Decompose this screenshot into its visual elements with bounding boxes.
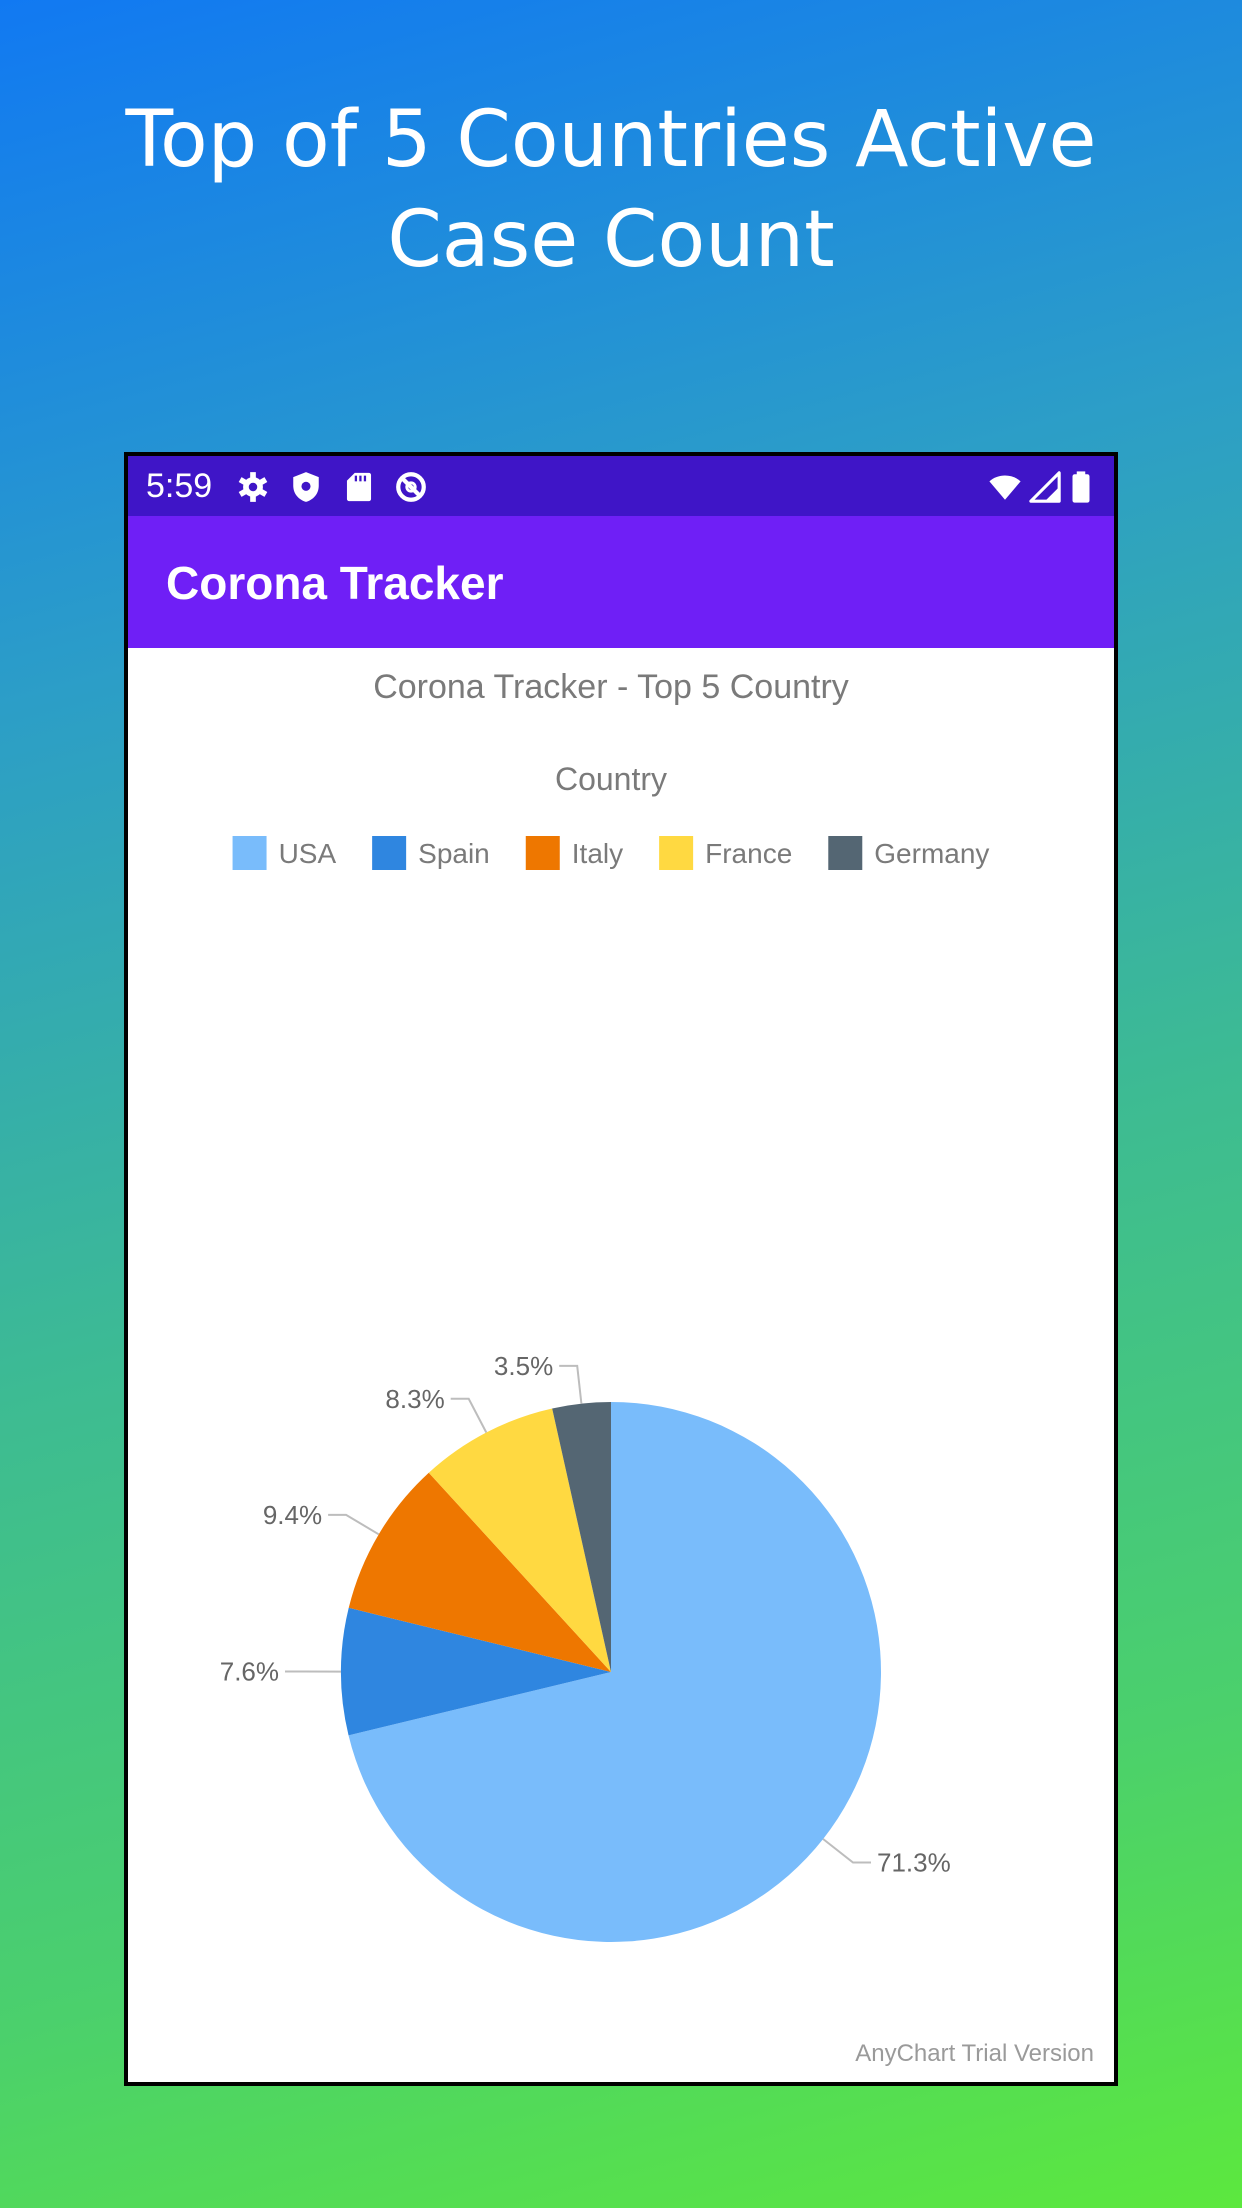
legend-label-spain: Spain	[418, 838, 490, 869]
slice-label-italy: 9.4%	[263, 1500, 322, 1530]
slice-label-france: 8.3%	[385, 1384, 444, 1414]
legend-label-germany: Germany	[874, 838, 989, 869]
chart-legend: USA Spain Italy France Germany	[232, 836, 989, 870]
label-connector-germany	[559, 1364, 583, 1404]
legend-label-italy: Italy	[572, 838, 623, 869]
status-time: 5:59	[146, 467, 213, 505]
pie-chart: Corona Tracker - Top 5 Country Country U…	[128, 648, 1114, 2082]
legend-label-usa: USA	[279, 838, 337, 869]
pie-slices	[340, 1402, 881, 1942]
app-bar: Corona Tracker	[128, 516, 1114, 648]
shield-icon	[293, 472, 319, 502]
cell-signal-icon	[1029, 471, 1061, 503]
legend-swatch-spain	[372, 836, 407, 870]
legend-swatch-italy	[525, 836, 560, 870]
label-connector-italy	[328, 1513, 380, 1536]
legend-item-usa[interactable]: USA	[232, 836, 337, 870]
legend-item-italy[interactable]: Italy	[525, 836, 623, 870]
status-bar: 5:59	[128, 456, 1114, 516]
legend-item-spain[interactable]: Spain	[372, 836, 490, 870]
slice-label-spain: 7.6%	[220, 1657, 279, 1687]
app-title: Corona Tracker	[166, 557, 504, 609]
slice-label-usa: 71.3%	[877, 1848, 951, 1878]
phone-screenshot: 5:59 Corona Tracker Corona Tracker - Top…	[124, 452, 1118, 2086]
legend-swatch-germany	[828, 836, 863, 870]
slice-label-germany: 3.5%	[494, 1351, 553, 1381]
wifi-icon	[989, 475, 1021, 500]
chart-title: Corona Tracker - Top 5 Country	[373, 668, 849, 706]
legend-item-france[interactable]: France	[659, 836, 792, 870]
pie-chart-svg: Corona Tracker - Top 5 Country Country U…	[220, 668, 989, 1942]
battery-icon	[1072, 471, 1090, 503]
do-not-disturb-icon	[396, 472, 426, 502]
legend-swatch-france	[659, 836, 694, 870]
legend-title: Country	[555, 761, 667, 797]
legend-swatch-usa	[232, 836, 267, 870]
settings-icon	[238, 472, 268, 502]
label-connector-france	[450, 1397, 488, 1433]
sd-card-icon	[346, 472, 372, 502]
promo-title: Top of 5 Countries Active Case Count	[125, 95, 1097, 285]
legend-label-france: France	[705, 838, 792, 869]
chart-watermark: AnyChart Trial Version	[855, 2040, 1094, 2067]
label-connector-usa	[822, 1838, 871, 1864]
legend-item-germany[interactable]: Germany	[828, 836, 989, 870]
